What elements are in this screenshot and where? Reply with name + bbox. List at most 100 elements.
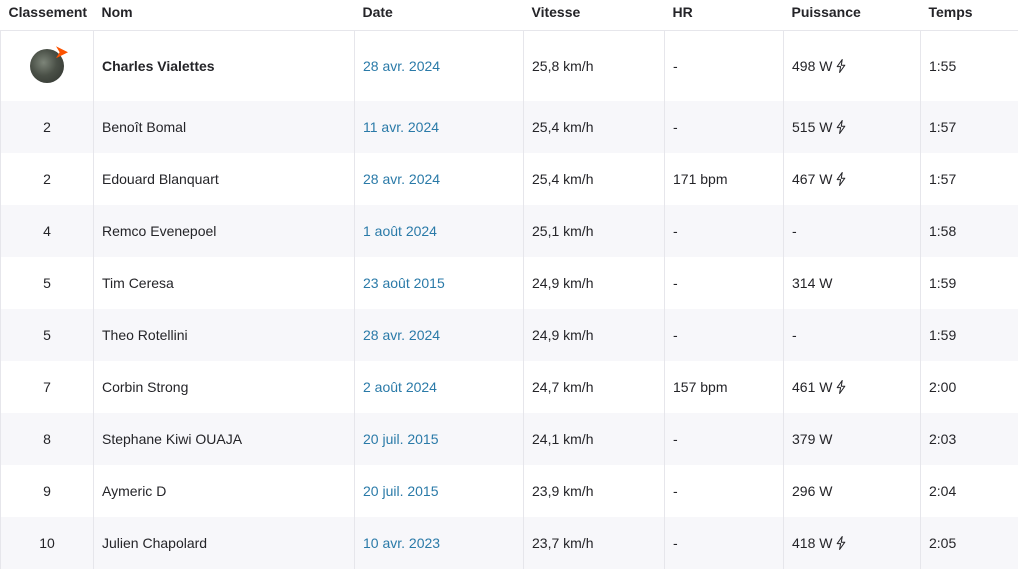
table-row: 7 Corbin Strong 2 août 2024 24,7 km/h 157 bp… xyxy=(0,361,1018,413)
time-cell: 2:05 xyxy=(920,517,1018,569)
lightning-bolt-icon xyxy=(836,58,846,73)
table-row: 5 Tim Ceresa 23 août 2015 24,9 km/h -314 W 1:… xyxy=(0,257,1018,309)
speed-cell: 25,1 km/h xyxy=(523,205,665,257)
header-speed: Vitesse xyxy=(523,0,665,31)
athlete-name-link[interactable]: Edouard Blanquart xyxy=(93,153,355,205)
activity-date-link[interactable]: 23 août 2015 xyxy=(354,257,524,309)
speed-cell: 24,7 km/h xyxy=(523,361,665,413)
header-date: Date xyxy=(354,0,524,31)
speed-cell: 24,1 km/h xyxy=(523,413,665,465)
activity-date-link[interactable]: 20 juil. 2015 xyxy=(354,465,524,517)
power-cell: - xyxy=(783,205,921,257)
rank-cell xyxy=(0,30,94,101)
heart-rate-cell: - xyxy=(664,30,784,101)
power-value: 379 W xyxy=(792,431,833,447)
time-cell: 1:59 xyxy=(920,309,1018,361)
power-cell: 515 W xyxy=(783,101,921,153)
power-cell: 461 W xyxy=(783,361,921,413)
table-row: 4 Remco Evenepoel 1 août 2024 25,1 km/h - -1:… xyxy=(0,205,1018,257)
header-row: Classement Nom Date Vitesse HR Puissance… xyxy=(0,0,1018,31)
power-value: - xyxy=(792,327,797,343)
speed-cell: 23,9 km/h xyxy=(523,465,665,517)
activity-date-link[interactable]: 20 juil. 2015 xyxy=(354,413,524,465)
lightning-bolt-icon xyxy=(836,172,846,186)
heart-rate-cell: - xyxy=(664,413,784,465)
power-value: 296 W xyxy=(792,483,833,499)
athlete-name-link[interactable]: Stephane Kiwi OUAJA xyxy=(93,413,355,465)
header-hr: HR xyxy=(664,0,784,31)
athlete-avatar[interactable] xyxy=(30,46,68,84)
time-cell: 1:57 xyxy=(920,101,1018,153)
rank-cell: 10 xyxy=(0,517,94,569)
power-cell: 314 W xyxy=(783,257,921,309)
heart-rate-cell: - xyxy=(664,517,784,569)
heart-rate-cell: - xyxy=(664,205,784,257)
power-cell: - xyxy=(783,309,921,361)
table-row: Charles Vialettes 28 avr. 2024 25,8 km/h -4… xyxy=(0,30,1018,101)
activity-date-link[interactable]: 28 avr. 2024 xyxy=(354,309,524,361)
table-row: 9 Aymeric D 20 juil. 2015 23,9 km/h -296 W 2:… xyxy=(0,465,1018,517)
leaderboard-table: Classement Nom Date Vitesse HR Puissance… xyxy=(0,0,1018,569)
power-cell: 467 W xyxy=(783,153,921,205)
rank-cell: 5 xyxy=(0,309,94,361)
table-row: 2 Benoît Bomal 11 avr. 2024 25,4 km/h -515 W… xyxy=(0,101,1018,153)
power-value: 498 W xyxy=(792,57,833,74)
speed-cell: 25,4 km/h xyxy=(523,101,665,153)
athlete-name-link[interactable]: Tim Ceresa xyxy=(93,257,355,309)
athlete-name-link[interactable]: Benoît Bomal xyxy=(93,101,355,153)
power-value: 467 W xyxy=(792,171,833,187)
header-power: Puissance xyxy=(783,0,921,31)
heart-rate-cell: - xyxy=(664,309,784,361)
activity-date-link[interactable]: 28 avr. 2024 xyxy=(354,153,524,205)
table-row: 5 Theo Rotellini 28 avr. 2024 24,9 km/h - -1:… xyxy=(0,309,1018,361)
activity-date-link[interactable]: 10 avr. 2023 xyxy=(354,517,524,569)
rank-cell: 4 xyxy=(0,205,94,257)
time-cell: 2:04 xyxy=(920,465,1018,517)
speed-cell: 23,7 km/h xyxy=(523,517,665,569)
header-name: Nom xyxy=(93,0,355,31)
lightning-bolt-icon xyxy=(836,120,846,134)
athlete-name-link[interactable]: Aymeric D xyxy=(93,465,355,517)
activity-date-link[interactable]: 28 avr. 2024 xyxy=(354,30,524,101)
lightning-bolt-icon xyxy=(836,536,846,550)
rank-cell: 7 xyxy=(0,361,94,413)
rank-cell: 5 xyxy=(0,257,94,309)
rank-cell: 8 xyxy=(0,413,94,465)
power-value: 515 W xyxy=(792,119,833,135)
header-time: Temps xyxy=(920,0,1018,31)
time-cell: 1:57 xyxy=(920,153,1018,205)
rank-cell: 9 xyxy=(0,465,94,517)
speed-cell: 24,9 km/h xyxy=(523,257,665,309)
power-cell: 379 W xyxy=(783,413,921,465)
athlete-name-link[interactable]: Remco Evenepoel xyxy=(93,205,355,257)
rank-cell: 2 xyxy=(0,101,94,153)
time-cell: 2:00 xyxy=(920,361,1018,413)
power-cell: 498 W xyxy=(783,30,921,101)
speed-cell: 24,9 km/h xyxy=(523,309,665,361)
power-value: 418 W xyxy=(792,535,833,551)
power-value: - xyxy=(792,223,797,239)
athlete-name-link[interactable]: Charles Vialettes xyxy=(93,30,355,101)
athlete-name-link[interactable]: Corbin Strong xyxy=(93,361,355,413)
activity-date-link[interactable]: 11 avr. 2024 xyxy=(354,101,524,153)
speed-cell: 25,8 km/h xyxy=(523,30,665,101)
time-cell: 1:59 xyxy=(920,257,1018,309)
activity-date-link[interactable]: 1 août 2024 xyxy=(354,205,524,257)
heart-rate-cell: - xyxy=(664,257,784,309)
power-cell: 418 W xyxy=(783,517,921,569)
activity-date-link[interactable]: 2 août 2024 xyxy=(354,361,524,413)
athlete-name-link[interactable]: Theo Rotellini xyxy=(93,309,355,361)
time-cell: 1:55 xyxy=(920,30,1018,101)
power-cell: 296 W xyxy=(783,465,921,517)
heart-rate-cell: 157 bpm xyxy=(664,361,784,413)
rank-cell: 2 xyxy=(0,153,94,205)
power-value: 461 W xyxy=(792,379,833,395)
time-cell: 1:58 xyxy=(920,205,1018,257)
athlete-name-link[interactable]: Julien Chapolard xyxy=(93,517,355,569)
header-rank: Classement xyxy=(0,0,94,31)
heart-rate-cell: - xyxy=(664,465,784,517)
heart-rate-cell: 171 bpm xyxy=(664,153,784,205)
heart-rate-cell: - xyxy=(664,101,784,153)
power-value: 314 W xyxy=(792,275,833,291)
lightning-bolt-icon xyxy=(836,380,846,394)
